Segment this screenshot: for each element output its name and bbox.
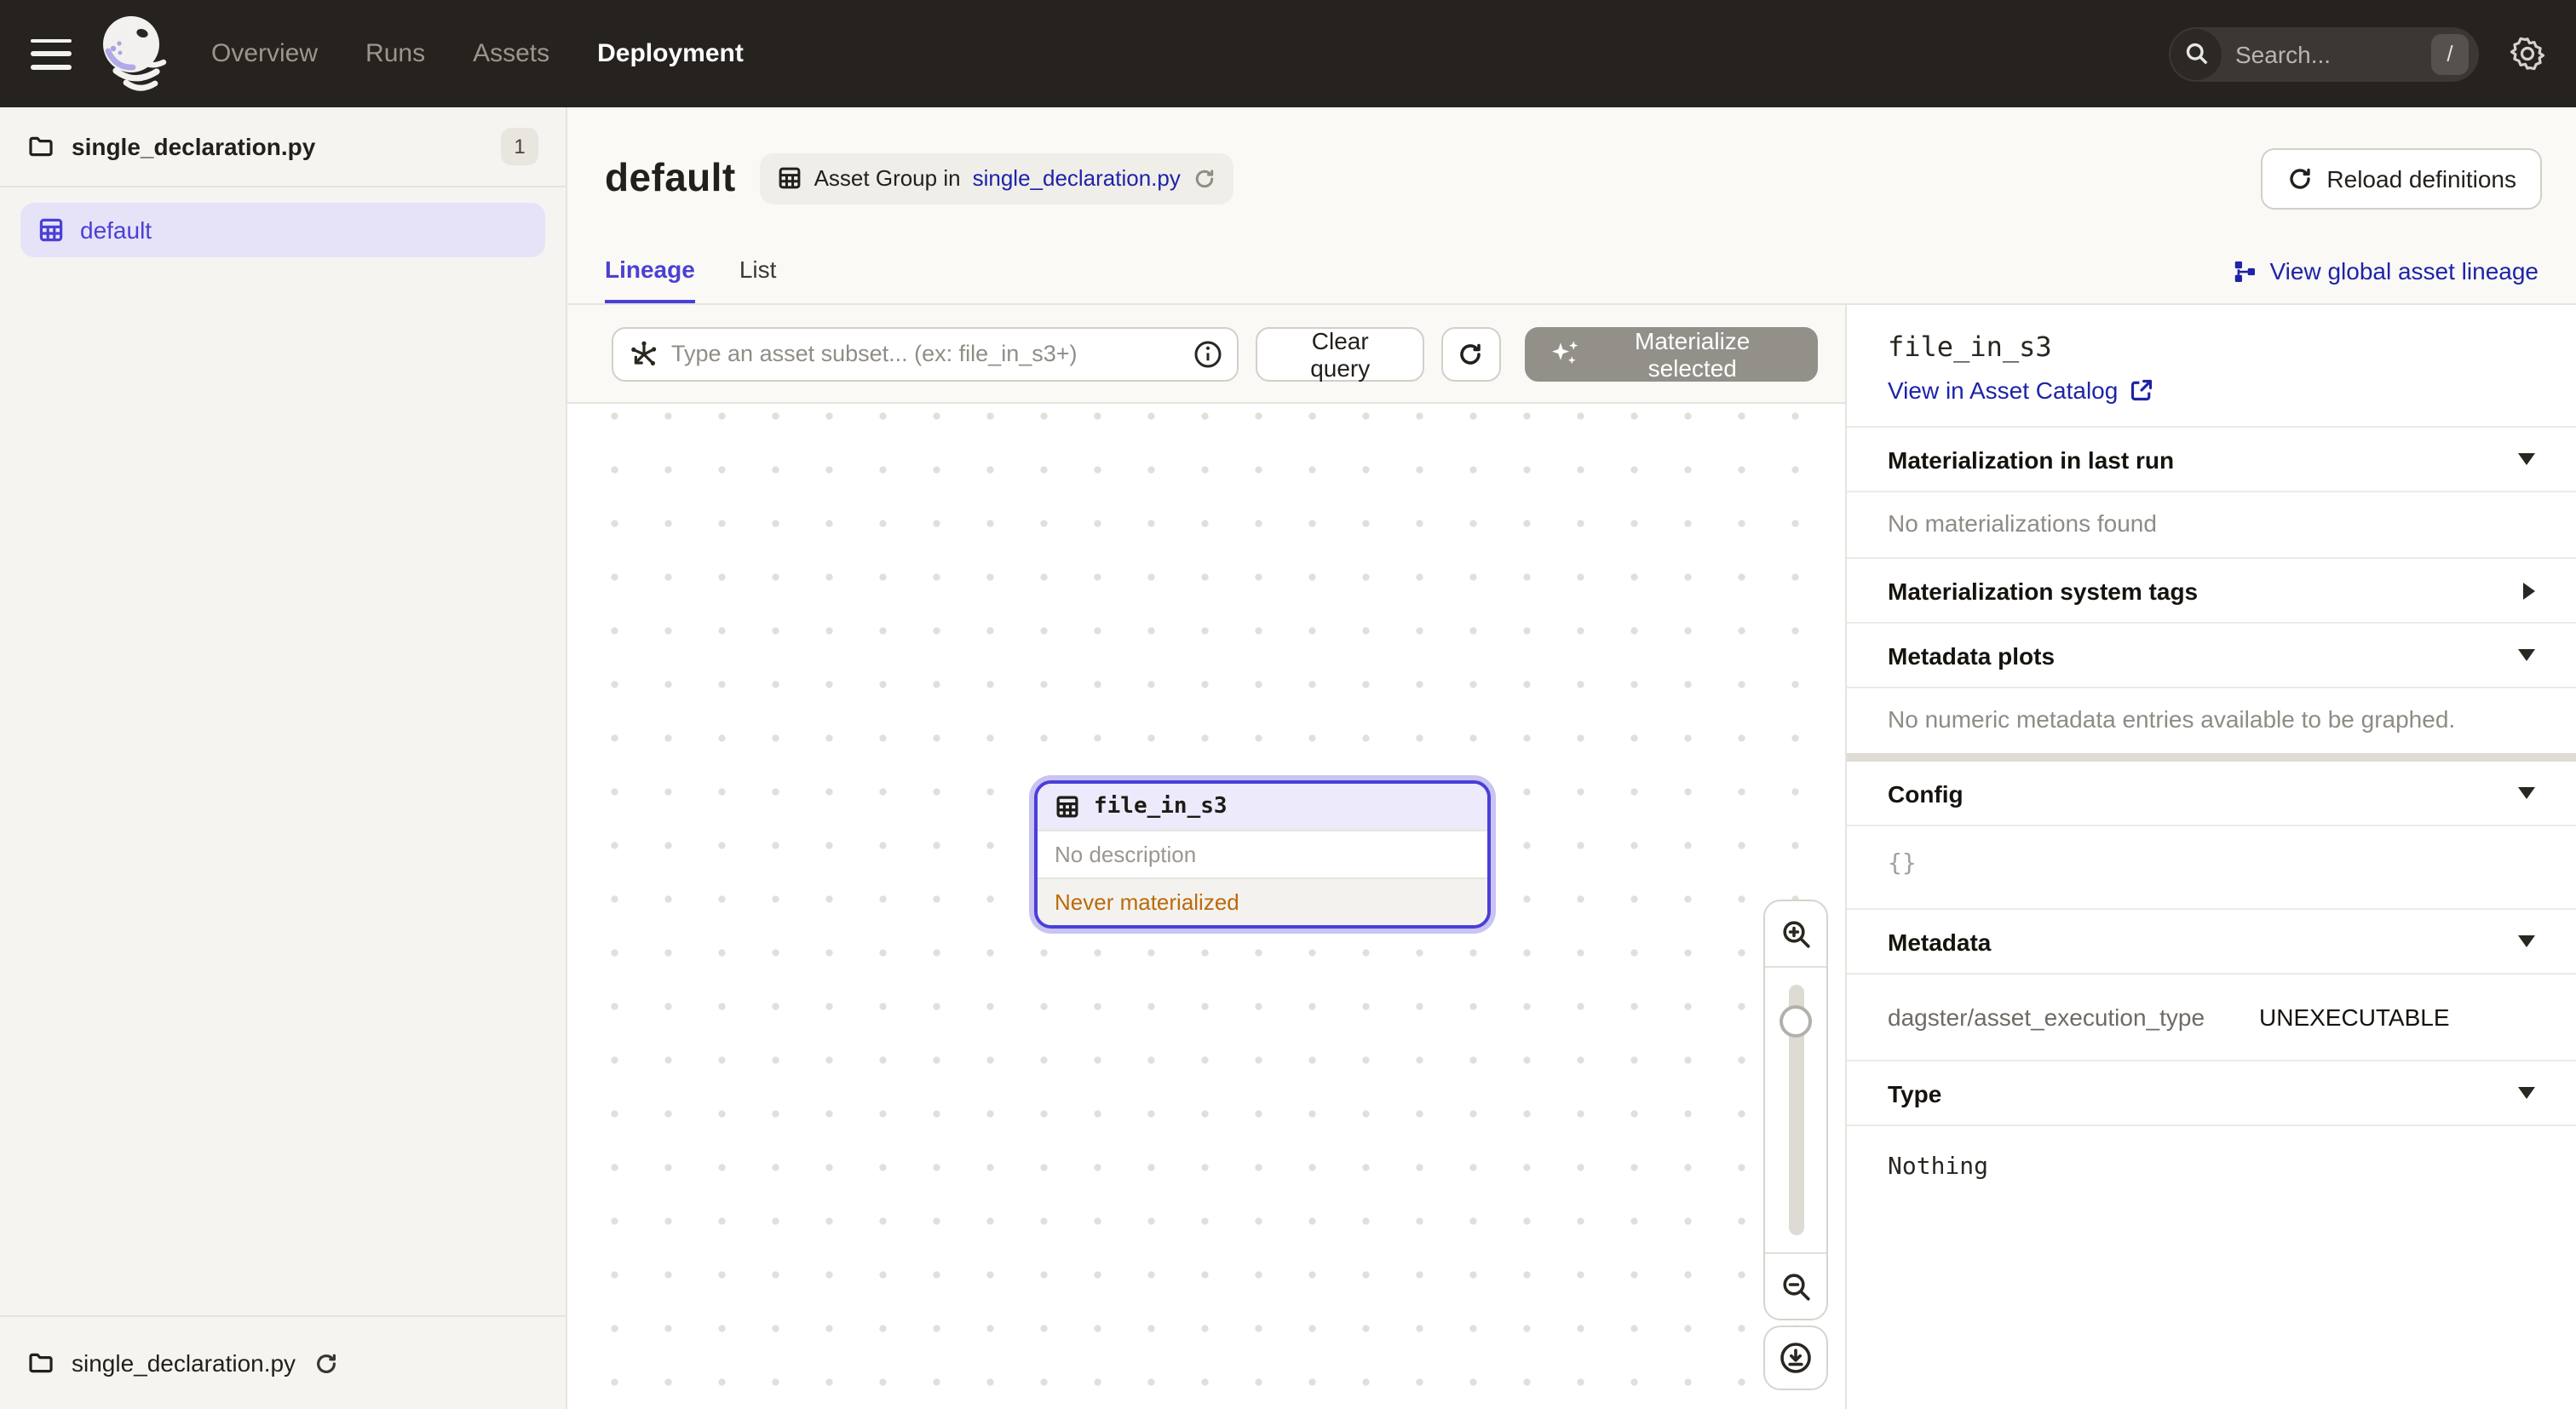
node-materialization-status: Never materialized <box>1038 877 1487 925</box>
group-label: default <box>80 216 152 244</box>
lineage-graph-area: Clear query <box>567 305 1845 1409</box>
section-title: Materialization in last run <box>1888 446 2174 473</box>
download-image-icon[interactable] <box>1763 1326 1828 1390</box>
reload-definitions-button[interactable]: Reload definitions <box>2260 147 2542 209</box>
zoom-controls <box>1763 900 1828 1320</box>
panel-asset-name: file_in_s3 <box>1888 331 2535 363</box>
section-materialization-last-run[interactable]: Materialization in last run <box>1847 428 2576 492</box>
reload-group-icon[interactable] <box>1193 166 1216 190</box>
tab-lineage[interactable]: Lineage <box>605 239 695 303</box>
materialize-selected-button[interactable]: Materialize selected <box>1524 326 1818 381</box>
no-materializations-text: No materializations found <box>1847 492 2576 559</box>
lineage-graph-icon <box>2233 258 2258 284</box>
zoom-slider[interactable] <box>1765 968 1826 1252</box>
asset-subset-query <box>612 326 1239 381</box>
caret-right-icon <box>2523 582 2535 599</box>
code-location-label: single_declaration.py <box>72 133 315 160</box>
tab-list[interactable]: List <box>739 239 777 303</box>
node-title: file_in_s3 <box>1094 794 1228 820</box>
refresh-graph-button[interactable] <box>1441 326 1500 381</box>
zoom-in-icon[interactable] <box>1765 901 1826 966</box>
nav-right-group: / <box>2169 26 2545 81</box>
no-numeric-metadata-text: No numeric metadata entries available to… <box>1847 688 2576 753</box>
panel-header: file_in_s3 View in Asset Catalog <box>1847 305 2576 428</box>
search-shortcut-key: / <box>2431 33 2469 74</box>
asset-group-icon <box>777 165 802 191</box>
section-title: Materialization system tags <box>1888 577 2198 604</box>
nav-item-runs[interactable]: Runs <box>365 39 425 68</box>
section-separator <box>1847 753 2576 762</box>
section-type[interactable]: Type <box>1847 1061 2576 1126</box>
metadata-row: dagster/asset_execution_type UNEXECUTABL… <box>1847 975 2576 1061</box>
sidebar: single_declaration.py 1 default <box>0 107 567 1409</box>
search-input[interactable] <box>2222 40 2431 67</box>
node-description: No description <box>1038 830 1487 877</box>
sidebar-code-location[interactable]: single_declaration.py 1 <box>0 107 566 187</box>
global-lineage-label: View global asset lineage <box>2270 257 2539 285</box>
type-value: Nothing <box>1847 1126 2576 1208</box>
view-global-asset-lineage-link[interactable]: View global asset lineage <box>2233 239 2539 303</box>
nav-item-assets[interactable]: Assets <box>473 39 549 68</box>
page-title: default <box>605 155 736 201</box>
badge-prefix: Asset Group in <box>814 165 961 191</box>
lineage-canvas[interactable]: file_in_s3 No description Never material… <box>567 402 1845 1409</box>
global-search[interactable]: / <box>2169 26 2479 81</box>
caret-down-icon <box>2518 935 2535 947</box>
folder-icon <box>27 133 55 160</box>
op-selector-icon <box>629 338 659 369</box>
section-title: Config <box>1888 779 1964 807</box>
section-title: Metadata <box>1888 928 1991 955</box>
asset-subset-input[interactable] <box>612 326 1239 381</box>
zoom-out-icon[interactable] <box>1765 1254 1826 1319</box>
nav-item-overview[interactable]: Overview <box>211 39 318 68</box>
external-link-icon <box>2130 378 2153 402</box>
asset-group-badge: Asset Group in single_declaration.py <box>760 152 1233 204</box>
primary-nav: Overview Runs Assets Deployment <box>211 39 744 68</box>
footer-code-location-label: single_declaration.py <box>72 1349 296 1377</box>
section-config[interactable]: Config <box>1847 762 2576 826</box>
asset-table-icon <box>1055 794 1080 820</box>
badge-code-location-link[interactable]: single_declaration.py <box>973 165 1181 191</box>
reload-location-icon[interactable] <box>313 1350 338 1376</box>
catalog-link-label: View in Asset Catalog <box>1888 377 2118 404</box>
caret-down-icon <box>2518 453 2535 465</box>
main-area: default Asset Group in single_declaratio… <box>567 107 2576 1409</box>
zoom-slider-thumb[interactable] <box>1780 1005 1812 1038</box>
reload-definitions-label: Reload definitions <box>2326 164 2516 192</box>
metadata-value: UNEXECUTABLE <box>2259 1004 2450 1031</box>
dagster-logo[interactable] <box>95 11 174 96</box>
page-header: default Asset Group in single_declaratio… <box>567 107 2576 239</box>
asset-group-icon <box>37 216 65 244</box>
dagster-app: Overview Runs Assets Deployment / <box>0 0 2576 1409</box>
hamburger-menu-icon[interactable] <box>31 38 72 69</box>
folder-icon <box>27 1349 55 1377</box>
config-value: {} <box>1847 826 2576 910</box>
top-nav: Overview Runs Assets Deployment / <box>0 0 2576 107</box>
caret-down-icon <box>2518 1087 2535 1099</box>
tabs-row: Lineage List View global asset lineage <box>567 239 2576 305</box>
nav-item-deployment[interactable]: Deployment <box>597 39 744 68</box>
section-materialization-system-tags[interactable]: Materialization system tags <box>1847 559 2576 624</box>
asset-detail-panel: file_in_s3 View in Asset Catalog <box>1845 305 2576 1409</box>
gear-icon[interactable] <box>2510 36 2545 72</box>
asset-count-badge: 1 <box>501 128 538 165</box>
graph-toolbar: Clear query <box>567 305 1845 402</box>
search-icon <box>2171 28 2222 79</box>
sparkle-icon <box>1550 339 1578 368</box>
view-in-asset-catalog-link[interactable]: View in Asset Catalog <box>1888 377 2535 404</box>
section-metadata-plots[interactable]: Metadata plots <box>1847 624 2576 688</box>
section-metadata[interactable]: Metadata <box>1847 910 2576 975</box>
caret-down-icon <box>2518 787 2535 799</box>
sidebar-footer: single_declaration.py <box>0 1315 566 1409</box>
asset-node-file-in-s3[interactable]: file_in_s3 No description Never material… <box>1034 780 1491 929</box>
info-icon[interactable] <box>1193 338 1223 369</box>
section-title: Metadata plots <box>1888 641 2055 669</box>
materialize-label: Materialize selected <box>1592 326 1792 381</box>
section-title: Type <box>1888 1079 1941 1107</box>
sidebar-item-default-group[interactable]: default <box>20 203 545 257</box>
metadata-key: dagster/asset_execution_type <box>1888 1004 2259 1031</box>
clear-query-button[interactable]: Clear query <box>1256 326 1424 381</box>
caret-down-icon <box>2518 649 2535 661</box>
